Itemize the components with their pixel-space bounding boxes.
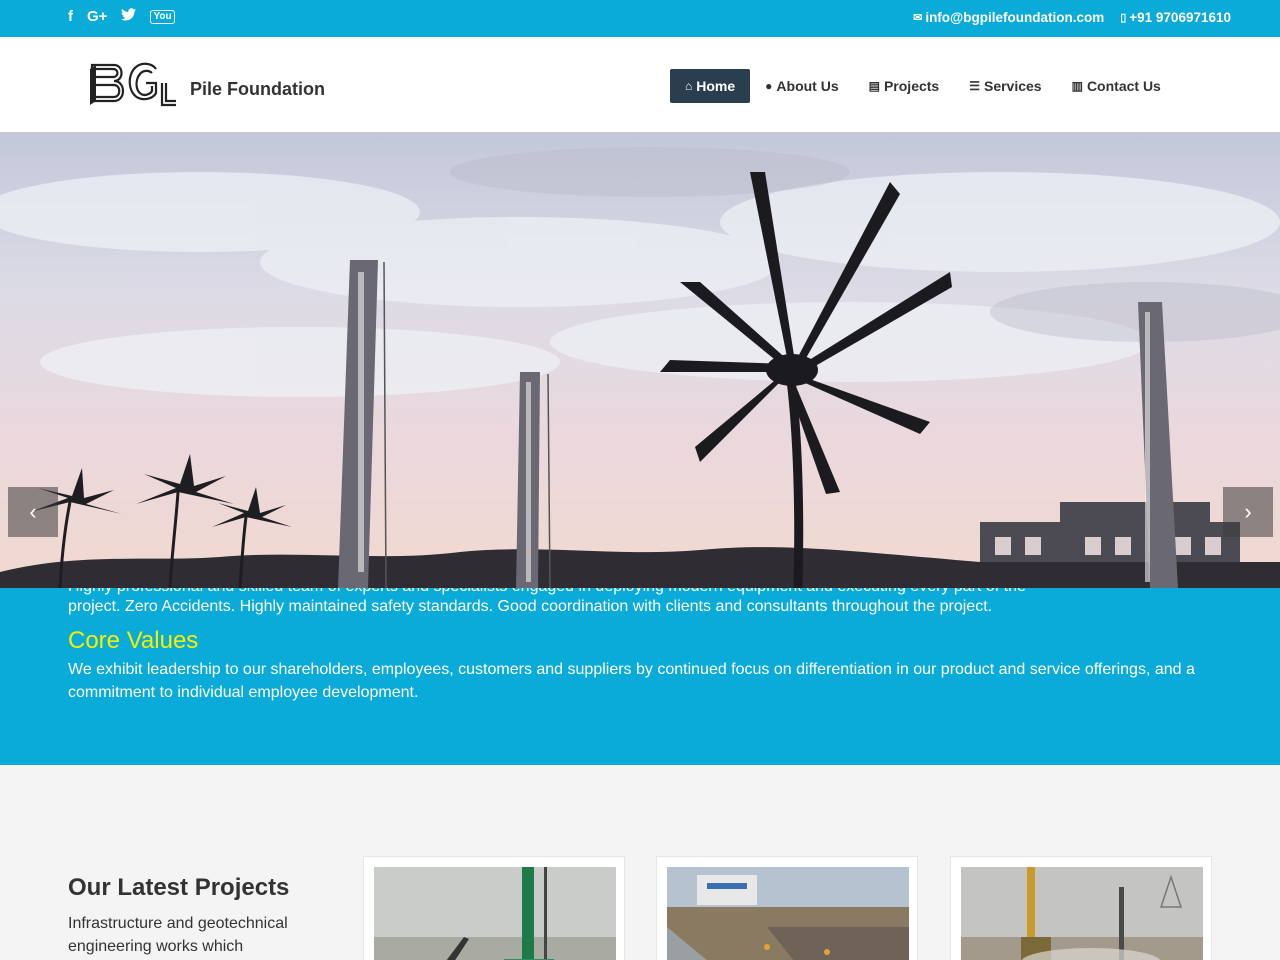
hero-slider: ‹ ›: [0, 132, 1280, 588]
nav-contact-label: Contact Us: [1086, 78, 1161, 94]
email-text: info@bgpilefoundation.com: [925, 10, 1105, 25]
nav-contact-us[interactable]: ▥ Contact Us: [1057, 69, 1176, 103]
nav-about-label: About Us: [776, 78, 839, 94]
nav-about-us[interactable]: ● About Us: [750, 69, 853, 103]
nav-services[interactable]: ☰ Services: [954, 69, 1056, 103]
slider-next-button[interactable]: ›: [1223, 487, 1273, 537]
nav-home-label: Home: [696, 78, 736, 94]
globe-icon: ●: [765, 79, 773, 93]
project-card[interactable]: [950, 856, 1212, 960]
social-links: f G+ You: [68, 8, 175, 25]
latest-projects-description: Infrastructure and geotechnical engineer…: [68, 915, 288, 955]
list-icon: ☰: [969, 79, 980, 93]
email-link[interactable]: ✉ info@bgpilefoundation.com: [913, 10, 1104, 25]
mobile-phone-icon: ▯: [1120, 12, 1127, 24]
top-bar: f G+ You ✉ info@bgpilefoundation.com ▯ +…: [0, 0, 1280, 37]
hero-slide-image: [0, 132, 1280, 588]
core-values-text: We exhibit leadership to our shareholder…: [68, 661, 1195, 701]
facebook-icon[interactable]: f: [68, 8, 73, 25]
company-logo[interactable]: [90, 59, 180, 115]
nav-services-label: Services: [983, 78, 1042, 94]
google-plus-icon[interactable]: G+: [87, 8, 107, 25]
nav-home[interactable]: ⌂ Home: [670, 69, 751, 103]
brand-name[interactable]: Pile Foundation: [190, 79, 325, 100]
project-card[interactable]: [363, 856, 625, 960]
map-icon: ▥: [1071, 79, 1083, 93]
project-image: [961, 867, 1203, 960]
phone-text: +91 9706971610: [1129, 10, 1231, 25]
nav-projects-label: Projects: [883, 78, 940, 94]
twitter-icon[interactable]: [121, 8, 137, 25]
envelope-icon: ✉: [913, 12, 923, 24]
core-values-title: Core Values: [68, 627, 199, 654]
main-nav: ⌂ Home ● About Us ▤ Projects ☰ Services …: [670, 69, 1176, 103]
site-header: Pile Foundation ⌂ Home ● About Us ▤ Proj…: [0, 37, 1280, 132]
project-image: [667, 867, 909, 960]
home-icon: ⌂: [685, 79, 693, 93]
chevron-right-icon: ›: [1244, 499, 1252, 524]
phone-link[interactable]: ▯ +91 9706971610: [1120, 10, 1231, 25]
band-paragraph: project. Zero Accidents. Highly maintain…: [68, 598, 993, 615]
about-band: Highly professional and skilled team of …: [0, 588, 1280, 765]
newspaper-icon: ▤: [868, 79, 880, 93]
contact-info: ✉ info@bgpilefoundation.com ▯ +91 970697…: [913, 10, 1231, 25]
project-card[interactable]: [656, 856, 918, 960]
chevron-left-icon: ‹: [29, 499, 37, 524]
youtube-icon[interactable]: You: [150, 9, 175, 24]
slider-prev-button[interactable]: ‹: [8, 487, 58, 537]
latest-projects-title: Our Latest Projects: [68, 874, 290, 901]
nav-projects[interactable]: ▤ Projects: [854, 69, 955, 103]
project-image: [374, 867, 616, 960]
